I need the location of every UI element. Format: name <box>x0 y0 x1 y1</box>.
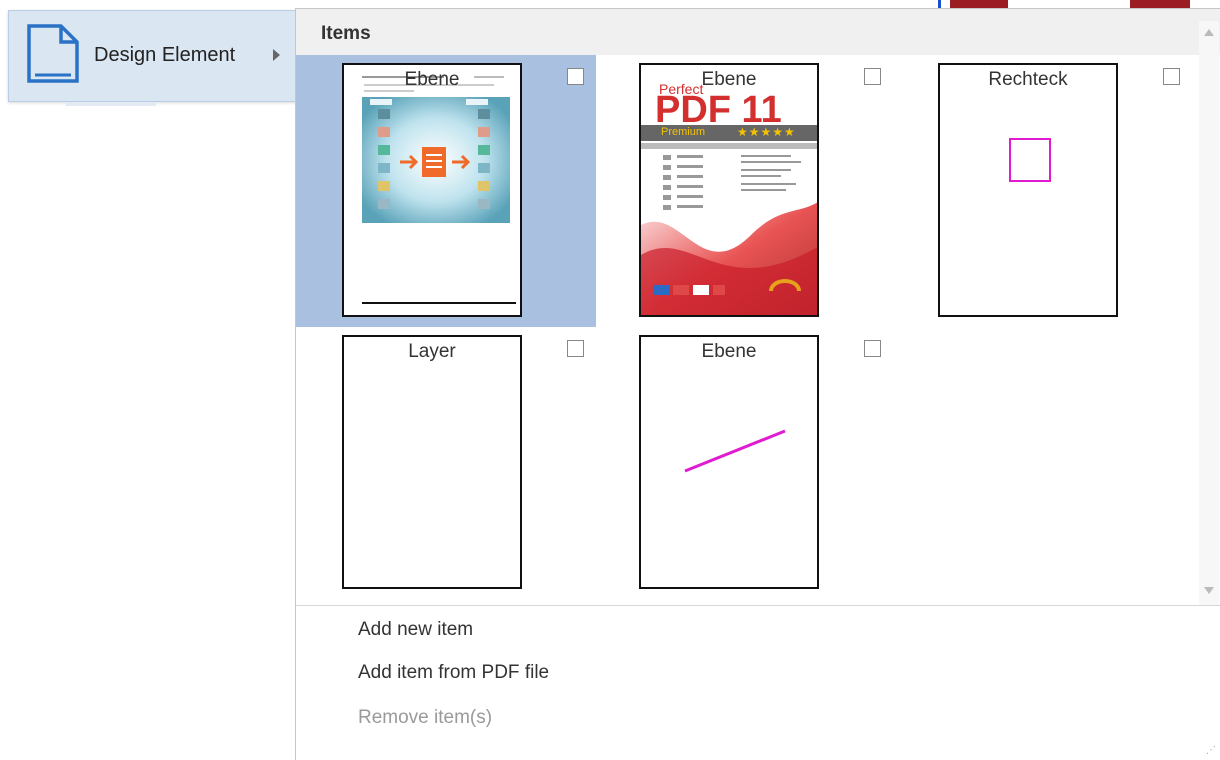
item-thumbnail: Layer <box>342 335 522 589</box>
menu-item-label: Design Element <box>94 44 236 66</box>
scroll-up-arrow-icon[interactable] <box>1204 29 1214 36</box>
item-checkbox[interactable] <box>864 340 881 357</box>
item-thumbnail: Rechteck <box>938 63 1118 317</box>
submenu-arrow-icon <box>273 49 280 61</box>
remove-items-button[interactable]: Remove item(s) <box>358 707 492 729</box>
resize-grip-icon[interactable]: ⋰ <box>1206 745 1216 756</box>
gallery-item[interactable]: Ebene Perfect PDF 11 Premium ★★★★★ <box>593 55 893 327</box>
cover-edition: Premium <box>661 126 706 138</box>
line-preview <box>684 429 786 473</box>
background-ribbon-mark <box>1130 0 1190 8</box>
panel-header: Items <box>296 9 1220 55</box>
background-ribbon-mark <box>950 0 1008 8</box>
gallery-item[interactable]: Ebene <box>296 55 596 327</box>
item-checkbox[interactable] <box>567 68 584 85</box>
vertical-scrollbar[interactable] <box>1199 21 1219 606</box>
cover-product: PDF 11 <box>655 89 782 131</box>
menu-item-design-element[interactable]: Design Element <box>8 10 296 102</box>
add-item-from-pdf-button[interactable]: Add item from PDF file <box>358 662 549 684</box>
item-title: Ebene <box>701 341 757 362</box>
item-thumbnail: Ebene Perfect PDF 11 Premium ★★★★★ <box>639 63 819 317</box>
items-grid: Ebene Ebene Perfect PDF 11 Premium ★★★★★… <box>296 55 1199 605</box>
item-thumbnail: Ebene <box>342 63 522 317</box>
add-new-item-button[interactable]: Add new item <box>358 619 473 641</box>
items-gallery-panel: Items Ebene Ebene Perfect PDF 11 Premium… <box>295 8 1220 760</box>
item-checkbox[interactable] <box>864 68 881 85</box>
item-title: Layer <box>408 341 456 362</box>
document-page-icon <box>27 24 79 83</box>
item-title: Ebene <box>404 69 460 90</box>
scroll-down-arrow-icon[interactable] <box>1204 587 1214 594</box>
panel-title: Items <box>321 23 371 44</box>
item-checkbox[interactable] <box>1163 68 1180 85</box>
menu-shadow <box>66 102 156 106</box>
gallery-item[interactable]: Ebene <box>593 327 893 599</box>
item-checkbox[interactable] <box>567 340 584 357</box>
document-preview <box>362 76 516 304</box>
item-title: Rechteck <box>988 69 1068 90</box>
rectangle-preview <box>1009 138 1051 182</box>
background-ribbon-mark <box>938 0 941 8</box>
gallery-item[interactable]: Rechteck <box>892 55 1192 327</box>
cover-stars: ★★★★★ <box>737 125 796 139</box>
gallery-item[interactable]: Layer <box>296 327 596 599</box>
item-thumbnail: Ebene <box>639 335 819 589</box>
item-title: Ebene <box>701 69 757 90</box>
divider <box>296 605 1220 606</box>
